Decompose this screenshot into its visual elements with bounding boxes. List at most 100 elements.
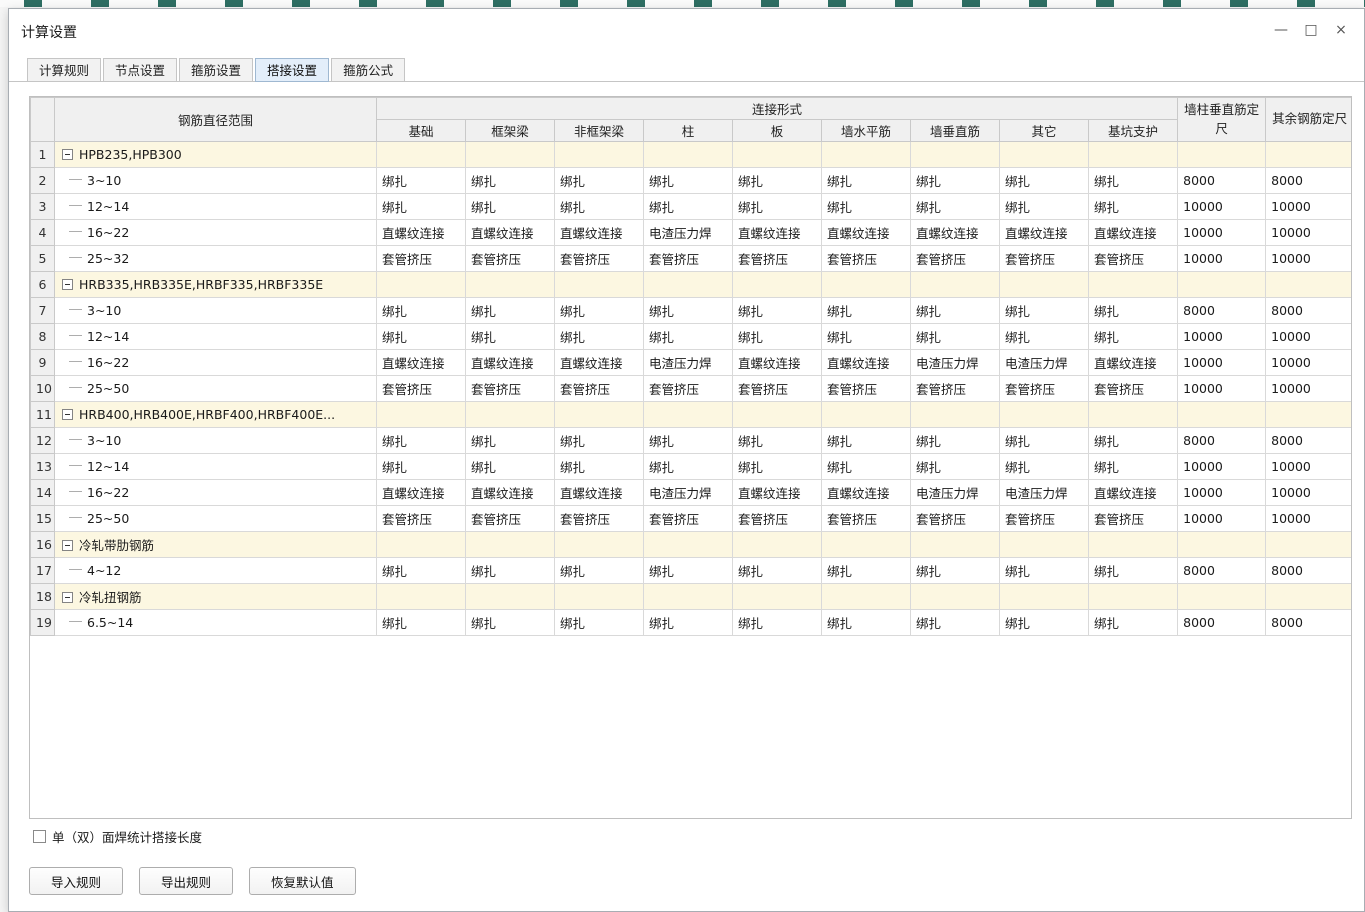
tab-node-settings[interactable]: 节点设置 <box>103 58 178 82</box>
restore-defaults-button[interactable]: 恢复默认值 <box>249 867 356 895</box>
connection-cell[interactable]: 直螺纹连接 <box>999 219 1089 246</box>
connection-cell[interactable]: 套管挤压 <box>1087 245 1179 272</box>
connection-cell[interactable]: 套管挤压 <box>999 375 1089 402</box>
connection-cell[interactable]: 绑扎 <box>1087 609 1179 636</box>
connection-cell[interactable]: 套管挤压 <box>999 505 1089 532</box>
connection-cell[interactable]: 绑扎 <box>465 427 555 454</box>
connection-cell[interactable]: 绑扎 <box>376 297 466 324</box>
connection-cell[interactable]: 绑扎 <box>821 167 911 194</box>
connection-cell[interactable]: 绑扎 <box>910 427 1000 454</box>
tab-stirrup-settings[interactable]: 箍筋设置 <box>179 58 254 82</box>
connection-cell[interactable]: 绑扎 <box>821 453 911 480</box>
connection-cell[interactable]: 绑扎 <box>910 453 1000 480</box>
connection-cell[interactable]: 绑扎 <box>821 193 911 220</box>
connection-cell[interactable]: 直螺纹连接 <box>376 479 466 506</box>
collapse-minus-icon[interactable] <box>62 149 73 160</box>
connection-cell[interactable]: 直螺纹连接 <box>732 349 822 376</box>
connection-cell[interactable]: 直螺纹连接 <box>554 349 644 376</box>
connection-cell[interactable]: 直螺纹连接 <box>465 349 555 376</box>
connection-cell[interactable]: 绑扎 <box>465 609 555 636</box>
connection-cell[interactable]: 绑扎 <box>821 427 911 454</box>
connection-cell[interactable]: 绑扎 <box>910 167 1000 194</box>
maximize-icon[interactable]: □ <box>1296 17 1326 43</box>
connection-cell[interactable]: 绑扎 <box>910 297 1000 324</box>
diameter-range-cell[interactable]: 12~14 <box>54 323 377 350</box>
connection-cell[interactable]: 直螺纹连接 <box>821 349 911 376</box>
connection-cell[interactable]: 套管挤压 <box>910 375 1000 402</box>
connection-cell[interactable]: 绑扎 <box>732 297 822 324</box>
connection-cell[interactable]: 绑扎 <box>376 609 466 636</box>
wall-column-length-cell[interactable]: 10000 <box>1177 193 1267 220</box>
diameter-range-cell[interactable]: 12~14 <box>54 453 377 480</box>
connection-cell[interactable]: 绑扎 <box>465 193 555 220</box>
connection-cell[interactable]: 绑扎 <box>910 557 1000 584</box>
connection-cell[interactable]: 绑扎 <box>376 167 466 194</box>
wall-column-length-cell[interactable]: 10000 <box>1177 349 1267 376</box>
diameter-range-cell[interactable]: 25~32 <box>54 245 377 272</box>
connection-cell[interactable]: 套管挤压 <box>465 245 555 272</box>
single-double-weld-checkbox[interactable] <box>33 829 46 843</box>
connection-cell[interactable]: 绑扎 <box>999 609 1089 636</box>
connection-cell[interactable]: 绑扎 <box>1087 557 1179 584</box>
connection-cell[interactable]: 绑扎 <box>732 453 822 480</box>
connection-cell[interactable]: 直螺纹连接 <box>732 219 822 246</box>
connection-cell[interactable]: 绑扎 <box>554 557 644 584</box>
connection-cell[interactable]: 套管挤压 <box>910 505 1000 532</box>
group-label-cell[interactable]: 冷轧扭钢筋 <box>54 583 377 610</box>
connection-cell[interactable]: 套管挤压 <box>821 505 911 532</box>
diameter-range-cell[interactable]: 16~22 <box>54 219 377 246</box>
other-length-cell[interactable]: 10000 <box>1265 323 1351 350</box>
wall-column-length-cell[interactable]: 8000 <box>1177 167 1267 194</box>
connection-cell[interactable]: 套管挤压 <box>821 375 911 402</box>
connection-cell[interactable]: 绑扎 <box>732 609 822 636</box>
connection-cell[interactable]: 绑扎 <box>821 609 911 636</box>
connection-cell[interactable]: 直螺纹连接 <box>465 479 555 506</box>
connection-cell[interactable]: 绑扎 <box>999 453 1089 480</box>
connection-cell[interactable]: 绑扎 <box>1087 427 1179 454</box>
connection-cell[interactable]: 绑扎 <box>376 557 466 584</box>
connection-cell[interactable]: 绑扎 <box>554 609 644 636</box>
connection-cell[interactable]: 电渣压力焊 <box>910 479 1000 506</box>
close-icon[interactable]: × <box>1326 17 1356 43</box>
connection-cell[interactable]: 绑扎 <box>732 193 822 220</box>
wall-column-length-cell[interactable]: 8000 <box>1177 297 1267 324</box>
minimize-icon[interactable]: — <box>1266 17 1296 43</box>
connection-cell[interactable]: 绑扎 <box>643 323 733 350</box>
connection-cell[interactable]: 绑扎 <box>821 323 911 350</box>
connection-cell[interactable]: 绑扎 <box>999 427 1089 454</box>
connection-cell[interactable]: 套管挤压 <box>1087 505 1179 532</box>
other-length-cell[interactable]: 8000 <box>1265 427 1351 454</box>
connection-cell[interactable]: 直螺纹连接 <box>732 479 822 506</box>
connection-cell[interactable]: 绑扎 <box>376 453 466 480</box>
connection-cell[interactable]: 绑扎 <box>643 427 733 454</box>
connection-cell[interactable]: 直螺纹连接 <box>376 349 466 376</box>
connection-cell[interactable]: 直螺纹连接 <box>1087 219 1179 246</box>
connection-cell[interactable]: 绑扎 <box>643 609 733 636</box>
other-length-cell[interactable]: 8000 <box>1265 557 1351 584</box>
connection-cell[interactable]: 绑扎 <box>465 297 555 324</box>
wall-column-length-cell[interactable]: 10000 <box>1177 505 1267 532</box>
tab-calc-rules[interactable]: 计算规则 <box>27 58 102 82</box>
connection-cell[interactable]: 绑扎 <box>376 323 466 350</box>
other-length-cell[interactable]: 8000 <box>1265 609 1351 636</box>
connection-cell[interactable]: 绑扎 <box>732 323 822 350</box>
connection-cell[interactable]: 绑扎 <box>465 167 555 194</box>
diameter-range-cell[interactable]: 3~10 <box>54 297 377 324</box>
connection-cell[interactable]: 绑扎 <box>554 453 644 480</box>
connection-cell[interactable]: 绑扎 <box>643 453 733 480</box>
other-length-cell[interactable]: 10000 <box>1265 453 1351 480</box>
connection-cell[interactable]: 绑扎 <box>821 557 911 584</box>
diameter-range-cell[interactable]: 25~50 <box>54 375 377 402</box>
wall-column-length-cell[interactable]: 8000 <box>1177 609 1267 636</box>
wall-column-length-cell[interactable]: 10000 <box>1177 219 1267 246</box>
group-label-cell[interactable]: HPB235,HPB300 <box>54 141 377 168</box>
connection-cell[interactable]: 套管挤压 <box>376 375 466 402</box>
connection-cell[interactable]: 电渣压力焊 <box>999 479 1089 506</box>
other-length-cell[interactable]: 10000 <box>1265 219 1351 246</box>
wall-column-length-cell[interactable]: 10000 <box>1177 245 1267 272</box>
diameter-range-cell[interactable]: 12~14 <box>54 193 377 220</box>
connection-cell[interactable]: 套管挤压 <box>465 505 555 532</box>
import-rules-button[interactable]: 导入规则 <box>29 867 124 895</box>
wall-column-length-cell[interactable]: 10000 <box>1177 479 1267 506</box>
other-length-cell[interactable]: 10000 <box>1265 479 1351 506</box>
